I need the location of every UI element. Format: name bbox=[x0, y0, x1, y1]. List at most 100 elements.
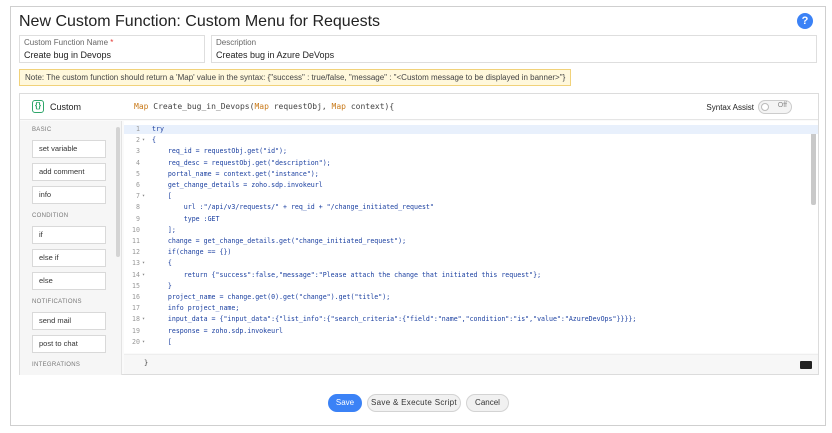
editor-header: {} Custom Map Create_bug_in_Devops(Map r… bbox=[20, 94, 818, 120]
script-editor: {} Custom Map Create_bug_in_Devops(Map r… bbox=[19, 93, 819, 375]
sidebar-section-label: CONDITION bbox=[32, 213, 69, 219]
snippet-add-comment[interactable]: add comment bbox=[32, 163, 106, 181]
custom-braces-icon: {} bbox=[32, 100, 44, 113]
line-number: 7 bbox=[136, 192, 140, 201]
line-number: 4 bbox=[136, 158, 140, 167]
line-number: 15 bbox=[132, 281, 140, 290]
function-name-input[interactable]: Create bug in Devops bbox=[24, 50, 111, 60]
line-number: 19 bbox=[132, 326, 140, 335]
custom-function-dialog: New Custom Function: Custom Menu for Req… bbox=[10, 6, 826, 426]
line-number: 18 bbox=[132, 315, 140, 324]
code-line[interactable]: 2 ▾ { bbox=[124, 136, 818, 145]
function-signature: Map Create_bug_in_Devops(Map requestObj,… bbox=[134, 102, 395, 111]
code-line[interactable]: 15 } bbox=[124, 282, 818, 291]
code-line[interactable]: 11 change = get_change_details.get("chan… bbox=[124, 237, 818, 246]
line-number: 12 bbox=[132, 248, 140, 257]
snippet-send-mail[interactable]: send mail bbox=[32, 312, 106, 330]
code-line[interactable]: 16 project_name = change.get(0).get("cha… bbox=[124, 293, 818, 302]
code-line[interactable]: 17 info project_name; bbox=[124, 304, 818, 313]
description-label: Description bbox=[216, 38, 257, 47]
function-name-label: Custom Function Name * bbox=[24, 38, 114, 47]
code-line[interactable]: 7 ▾ [ bbox=[124, 192, 818, 201]
code-text: } bbox=[152, 281, 172, 290]
toggle-state: Off bbox=[777, 102, 787, 109]
snippet-if[interactable]: if bbox=[32, 226, 106, 244]
code-line[interactable]: 1 try bbox=[124, 125, 818, 135]
sidebar-section-label: BASIC bbox=[32, 127, 52, 133]
toggle-knob bbox=[761, 103, 769, 111]
code-line[interactable]: 9 type :GET bbox=[124, 215, 818, 224]
code-line[interactable]: 4 req_desc = requestObj.get("description… bbox=[124, 159, 818, 168]
syntax-assist-toggle[interactable]: Off bbox=[758, 100, 792, 114]
code-text: return {"success":false,"message":"Pleas… bbox=[152, 270, 542, 279]
code-text: try bbox=[152, 125, 164, 133]
code-text: portal_name = context.get("instance"); bbox=[152, 169, 319, 178]
description-input[interactable]: Creates bug in Azure DeVops bbox=[216, 50, 334, 60]
code-text: response = zoho.sdp.invokeurl bbox=[152, 326, 284, 335]
snippet-else[interactable]: else bbox=[32, 272, 106, 290]
code-text: { bbox=[152, 136, 156, 145]
snippet-info[interactable]: info bbox=[32, 186, 106, 204]
code-text: [ bbox=[152, 337, 172, 346]
code-text: req_desc = requestObj.get("description")… bbox=[152, 158, 331, 167]
code-text: ]; bbox=[152, 225, 176, 234]
line-number: 6 bbox=[136, 181, 140, 189]
code-line[interactable]: 10 ]; bbox=[124, 226, 818, 235]
code-text: req_id = requestObj.get("id"); bbox=[152, 147, 287, 156]
line-number: 14 bbox=[132, 270, 140, 279]
line-number: 20 bbox=[132, 337, 140, 346]
keyboard-icon[interactable] bbox=[800, 361, 812, 369]
code-text: change = get_change_details.get("change_… bbox=[152, 237, 407, 245]
fold-icon[interactable]: ▾ bbox=[142, 136, 145, 145]
code-line[interactable]: 3 req_id = requestObj.get("id"); bbox=[124, 147, 818, 156]
code-line[interactable]: 18 ▾ input_data = {"input_data":{"list_in… bbox=[124, 315, 818, 324]
code-line[interactable]: 20 ▾ [ bbox=[124, 338, 818, 347]
code-line[interactable]: 14 ▾ return {"success":false,"message":"P… bbox=[124, 271, 818, 280]
code-text: project_name = change.get(0).get("change… bbox=[152, 293, 391, 301]
help-icon[interactable]: ? bbox=[797, 13, 813, 29]
cancel-button[interactable]: Cancel bbox=[466, 394, 509, 412]
code-text: get_change_details = zoho.sdp.invokeurl bbox=[152, 181, 323, 189]
fold-icon[interactable]: ▾ bbox=[142, 338, 145, 347]
line-number: 8 bbox=[136, 203, 140, 212]
fold-icon[interactable]: ▾ bbox=[142, 315, 145, 324]
save-execute-button[interactable]: Save & Execute Script bbox=[367, 394, 461, 412]
code-footer: } bbox=[124, 354, 818, 374]
code-line[interactable]: 12 if(change == {}) bbox=[124, 248, 818, 257]
syntax-assist-label: Syntax Assist bbox=[706, 103, 754, 112]
fold-icon[interactable]: ▾ bbox=[142, 192, 145, 201]
line-number: 17 bbox=[132, 304, 140, 313]
fold-icon[interactable]: ▾ bbox=[142, 259, 145, 268]
line-number: 13 bbox=[132, 259, 140, 268]
line-number: 11 bbox=[132, 237, 140, 245]
code-text: { bbox=[152, 259, 172, 268]
code-text: info project_name; bbox=[152, 304, 240, 313]
snippet-set-variable[interactable]: set variable bbox=[32, 140, 106, 158]
code-line[interactable]: 13 ▾ { bbox=[124, 259, 818, 268]
code-line[interactable]: 8 url :"/api/v3/requests/" + req_id + "/… bbox=[124, 203, 818, 212]
snippet-else-if[interactable]: else if bbox=[32, 249, 106, 267]
line-number: 5 bbox=[136, 169, 140, 178]
snippet-sidebar: BASIC set variable add comment info CONDITIO… bbox=[20, 121, 122, 375]
snippet-post-to-chat[interactable]: post to chat bbox=[32, 335, 106, 353]
panel-label: Custom bbox=[50, 102, 82, 112]
closing-brace: } bbox=[144, 359, 149, 367]
line-number: 16 bbox=[132, 293, 140, 301]
save-button[interactable]: Save bbox=[328, 394, 362, 412]
code-line[interactable]: 6 get_change_details = zoho.sdp.invokeur… bbox=[124, 181, 818, 190]
description-field[interactable]: Description Creates bug in Azure DeVops bbox=[211, 35, 817, 63]
sidebar-scrollbar[interactable] bbox=[116, 127, 120, 257]
syntax-note: Note: The custom function should return … bbox=[19, 69, 572, 86]
code-text: type :GET bbox=[152, 214, 220, 223]
code-area[interactable]: 1 try 2 ▾{3 req_id = requestObj.get("id"); 4… bbox=[124, 121, 818, 353]
code-text: input_data = {"input_data":{"list_info":… bbox=[152, 315, 637, 324]
dialog-footer: Save Save & Execute Script Cancel bbox=[11, 389, 825, 419]
code-line[interactable]: 5 portal_name = context.get("instance"); bbox=[124, 170, 818, 179]
fold-icon[interactable]: ▾ bbox=[142, 271, 145, 280]
dialog-title: New Custom Function: Custom Menu for Req… bbox=[19, 13, 381, 30]
code-text: url :"/api/v3/requests/" + req_id + "/ch… bbox=[152, 203, 434, 212]
function-name-field[interactable]: Custom Function Name * Create bug in Dev… bbox=[19, 35, 205, 63]
code-text: if(change == {}) bbox=[152, 248, 232, 257]
line-number: 9 bbox=[136, 214, 140, 223]
code-line[interactable]: 19 response = zoho.sdp.invokeurl bbox=[124, 327, 818, 336]
